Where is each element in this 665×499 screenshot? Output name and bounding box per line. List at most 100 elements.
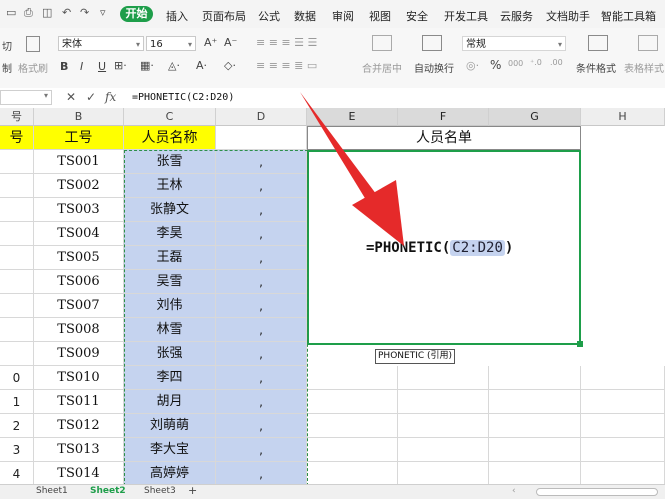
row-number-cell[interactable] xyxy=(0,294,34,318)
separator-cell[interactable]: , xyxy=(216,198,307,222)
thousands-button[interactable]: 000 xyxy=(508,59,523,68)
employee-id-cell[interactable]: TS009 xyxy=(34,342,124,366)
formula-input[interactable]: =PHONETIC(C2:D20) xyxy=(132,92,234,103)
empty-cell[interactable] xyxy=(307,462,398,486)
column-header-a[interactable]: 号 xyxy=(0,108,34,126)
employee-name-cell[interactable]: 张静文 xyxy=(124,198,216,222)
employee-id-cell[interactable]: TS010 xyxy=(34,366,124,390)
header-cell-d[interactable] xyxy=(216,126,307,150)
row-number-cell[interactable] xyxy=(0,246,34,270)
column-header-b[interactable]: B xyxy=(34,108,124,126)
empty-cell[interactable] xyxy=(489,366,581,390)
empty-cell[interactable] xyxy=(581,438,665,462)
column-header-f[interactable]: F xyxy=(398,108,489,126)
employee-name-cell[interactable]: 李四 xyxy=(124,366,216,390)
separator-cell[interactable]: , xyxy=(216,150,307,174)
employee-name-cell[interactable]: 张强 xyxy=(124,342,216,366)
separator-cell[interactable]: , xyxy=(216,342,307,366)
font-color-icon[interactable]: A· xyxy=(196,59,207,72)
separator-cell[interactable]: , xyxy=(216,174,307,198)
currency-icon[interactable]: ◎· xyxy=(466,59,479,72)
employee-name-cell[interactable]: 刘萌萌 xyxy=(124,414,216,438)
empty-cell[interactable] xyxy=(489,390,581,414)
scroll-left-icon[interactable]: ‹ xyxy=(512,486,516,496)
row-number-cell[interactable]: 4 xyxy=(0,462,34,486)
empty-cell[interactable] xyxy=(307,390,398,414)
tab-developer[interactable]: 开发工具 xyxy=(444,8,488,24)
tab-doc-assistant[interactable]: 文档助手 xyxy=(546,8,590,24)
employee-id-cell[interactable]: TS011 xyxy=(34,390,124,414)
row-number-cell[interactable]: 1 xyxy=(0,390,34,414)
bold-button[interactable]: B xyxy=(60,60,68,73)
employee-id-cell[interactable]: TS005 xyxy=(34,246,124,270)
empty-cell[interactable] xyxy=(398,414,489,438)
separator-cell[interactable]: , xyxy=(216,246,307,270)
header-cell-name[interactable]: 人员名称 xyxy=(124,126,216,150)
font-size-select[interactable]: 16 ▾ xyxy=(146,36,196,51)
table-style-icon[interactable] xyxy=(638,35,658,51)
header-cell-id[interactable]: 工号 xyxy=(34,126,124,150)
separator-cell[interactable]: , xyxy=(216,414,307,438)
increase-font-icon[interactable]: A⁺ xyxy=(204,36,217,49)
employee-id-cell[interactable]: TS002 xyxy=(34,174,124,198)
empty-cell[interactable] xyxy=(581,414,665,438)
customize-icon[interactable]: ▿ xyxy=(100,6,106,19)
conditional-format-button[interactable]: 条件格式 xyxy=(576,60,616,75)
employee-name-cell[interactable]: 吴雪 xyxy=(124,270,216,294)
format-painter-button[interactable]: 格式刷 xyxy=(18,60,48,75)
empty-cell[interactable] xyxy=(489,462,581,486)
merged-title-cell[interactable]: 人员名单 xyxy=(307,126,581,150)
employee-name-cell[interactable]: 王林 xyxy=(124,174,216,198)
tab-smart-toolbox[interactable]: 智能工具箱 xyxy=(601,8,656,24)
header-cell-a[interactable]: 号 xyxy=(0,126,34,150)
employee-name-cell[interactable]: 高婷婷 xyxy=(124,462,216,486)
separator-cell[interactable]: , xyxy=(216,462,307,486)
employee-name-cell[interactable]: 胡月 xyxy=(124,390,216,414)
merge-center-icon[interactable] xyxy=(372,35,392,51)
wrap-text-icon[interactable] xyxy=(422,35,442,51)
underline-button[interactable]: U xyxy=(98,60,106,73)
row-number-cell[interactable] xyxy=(0,270,34,294)
fill-color-icon[interactable]: ▦· xyxy=(140,59,154,72)
print-icon[interactable]: ⎙ xyxy=(24,6,33,20)
redo-icon[interactable]: ↷ xyxy=(80,6,89,19)
empty-cell[interactable] xyxy=(581,390,665,414)
tab-home[interactable]: 开始 xyxy=(120,6,153,22)
employee-id-cell[interactable]: TS014 xyxy=(34,462,124,486)
employee-id-cell[interactable]: TS004 xyxy=(34,222,124,246)
separator-cell[interactable]: , xyxy=(216,294,307,318)
tab-view[interactable]: 视图 xyxy=(369,8,391,24)
empty-cell[interactable] xyxy=(398,366,489,390)
table-style-button[interactable]: 表格样式 xyxy=(624,60,664,75)
empty-cell[interactable] xyxy=(489,438,581,462)
employee-name-cell[interactable]: 刘伟 xyxy=(124,294,216,318)
separator-cell[interactable]: , xyxy=(216,438,307,462)
row-number-cell[interactable] xyxy=(0,222,34,246)
sheet-tab-3[interactable]: Sheet3 xyxy=(144,486,176,496)
employee-name-cell[interactable]: 王磊 xyxy=(124,246,216,270)
sheet-tab-1[interactable]: Sheet1 xyxy=(36,486,68,496)
decrease-font-icon[interactable]: A⁻ xyxy=(224,36,237,49)
column-header-c[interactable]: C xyxy=(124,108,216,126)
border-icon[interactable]: ⊞· xyxy=(114,59,127,72)
empty-cell[interactable] xyxy=(489,414,581,438)
row-number-cell[interactable] xyxy=(0,198,34,222)
tab-formulas[interactable]: 公式 xyxy=(258,8,280,24)
row-number-cell[interactable]: 2 xyxy=(0,414,34,438)
separator-cell[interactable]: , xyxy=(216,270,307,294)
clear-format-icon[interactable]: ◇· xyxy=(224,59,236,72)
name-box-dropdown-icon[interactable]: ▾ xyxy=(44,91,48,100)
increase-decimal-icon[interactable]: ⁺.0 xyxy=(530,58,542,67)
tab-insert[interactable]: 插入 xyxy=(166,8,188,24)
align-top-icon[interactable]: ≡ ≡ ≡ ☰ ☰ xyxy=(256,36,317,49)
employee-name-cell[interactable]: 李大宝 xyxy=(124,438,216,462)
empty-cell[interactable] xyxy=(398,438,489,462)
tab-review[interactable]: 审阅 xyxy=(332,8,354,24)
cut-button[interactable]: 切 xyxy=(2,38,12,53)
conditional-format-icon[interactable] xyxy=(588,35,608,51)
empty-cell[interactable] xyxy=(581,462,665,486)
employee-id-cell[interactable]: TS006 xyxy=(34,270,124,294)
row-number-cell[interactable] xyxy=(0,174,34,198)
copy-button[interactable]: 制 xyxy=(2,60,12,75)
tab-security[interactable]: 安全 xyxy=(406,8,428,24)
